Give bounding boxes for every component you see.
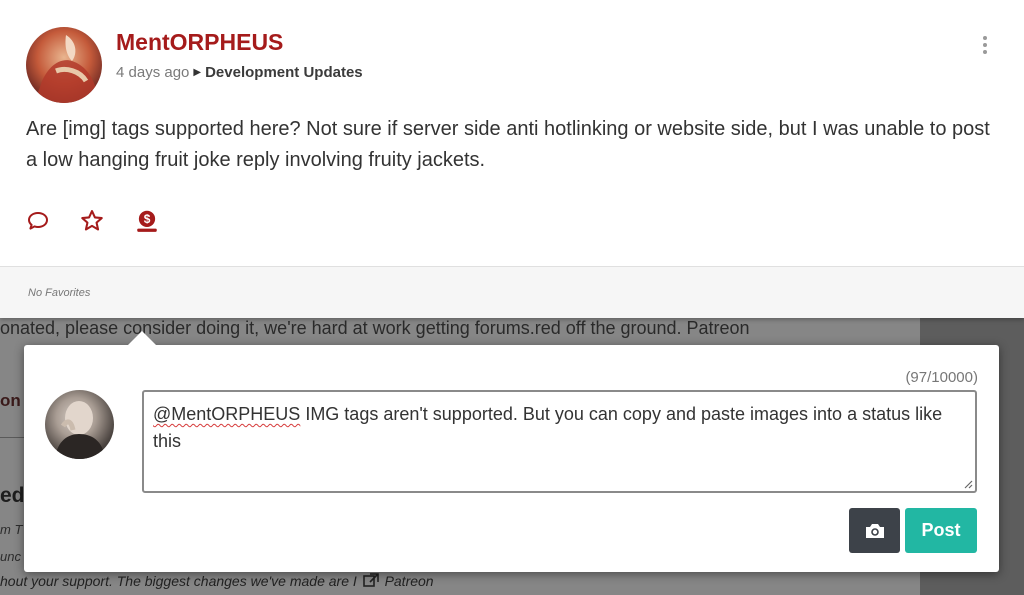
- background-text: hout your support. The biggest changes w…: [0, 573, 357, 589]
- status-post: MentORPHEUS 4 days ago ▶ Development Upd…: [0, 0, 1024, 318]
- favorites-label: No Favorites: [28, 287, 91, 299]
- svg-text:$: $: [144, 212, 151, 226]
- background-text-line: onated, please consider doing it, we're …: [0, 318, 750, 338]
- reply-avatar[interactable]: [45, 390, 114, 459]
- more-options-icon[interactable]: [978, 34, 992, 56]
- background-text-fragment: ed: [0, 484, 25, 507]
- comment-icon[interactable]: [26, 209, 50, 233]
- post-actions: $: [26, 208, 160, 234]
- post-category[interactable]: Development Updates: [205, 64, 363, 81]
- star-icon[interactable]: [79, 208, 105, 234]
- post-body: Are [img] tags supported here? Not sure …: [26, 118, 990, 171]
- background-divider: [0, 437, 24, 438]
- post-timestamp[interactable]: 4 days ago: [116, 64, 189, 81]
- caret-right-icon: ▶: [193, 67, 202, 78]
- camera-icon: [865, 523, 884, 538]
- post-author[interactable]: MentORPHEUS: [116, 29, 283, 56]
- post-footer: No Favorites: [0, 266, 1024, 318]
- patreon-link[interactable]: Patreon: [385, 573, 434, 589]
- background-text-fragment: on: [0, 391, 21, 410]
- mention-text: @MentORPHEUS: [153, 404, 301, 424]
- attach-image-button[interactable]: [849, 508, 900, 553]
- avatar-image: [34, 35, 96, 103]
- avatar[interactable]: [26, 27, 102, 103]
- reply-textarea[interactable]: @MentORPHEUS IMG tags aren't supported. …: [142, 390, 977, 493]
- background-text-fragment: unc: [0, 549, 21, 564]
- character-counter: (97/10000): [905, 369, 978, 386]
- background-text-fragment: m T: [0, 522, 23, 537]
- avatar-image: [55, 401, 105, 459]
- popover-arrow: [127, 331, 157, 346]
- post-meta: 4 days ago ▶ Development Updates: [116, 64, 363, 81]
- tip-icon[interactable]: $: [134, 208, 160, 234]
- external-link-icon: [362, 573, 379, 587]
- background-text-line: hout your support. The biggest changes w…: [0, 573, 434, 589]
- reply-popover: (97/10000) @MentORPHEUS IMG tags aren't …: [24, 331, 999, 572]
- resize-grip-icon[interactable]: [963, 479, 973, 489]
- post-button[interactable]: Post: [905, 508, 977, 553]
